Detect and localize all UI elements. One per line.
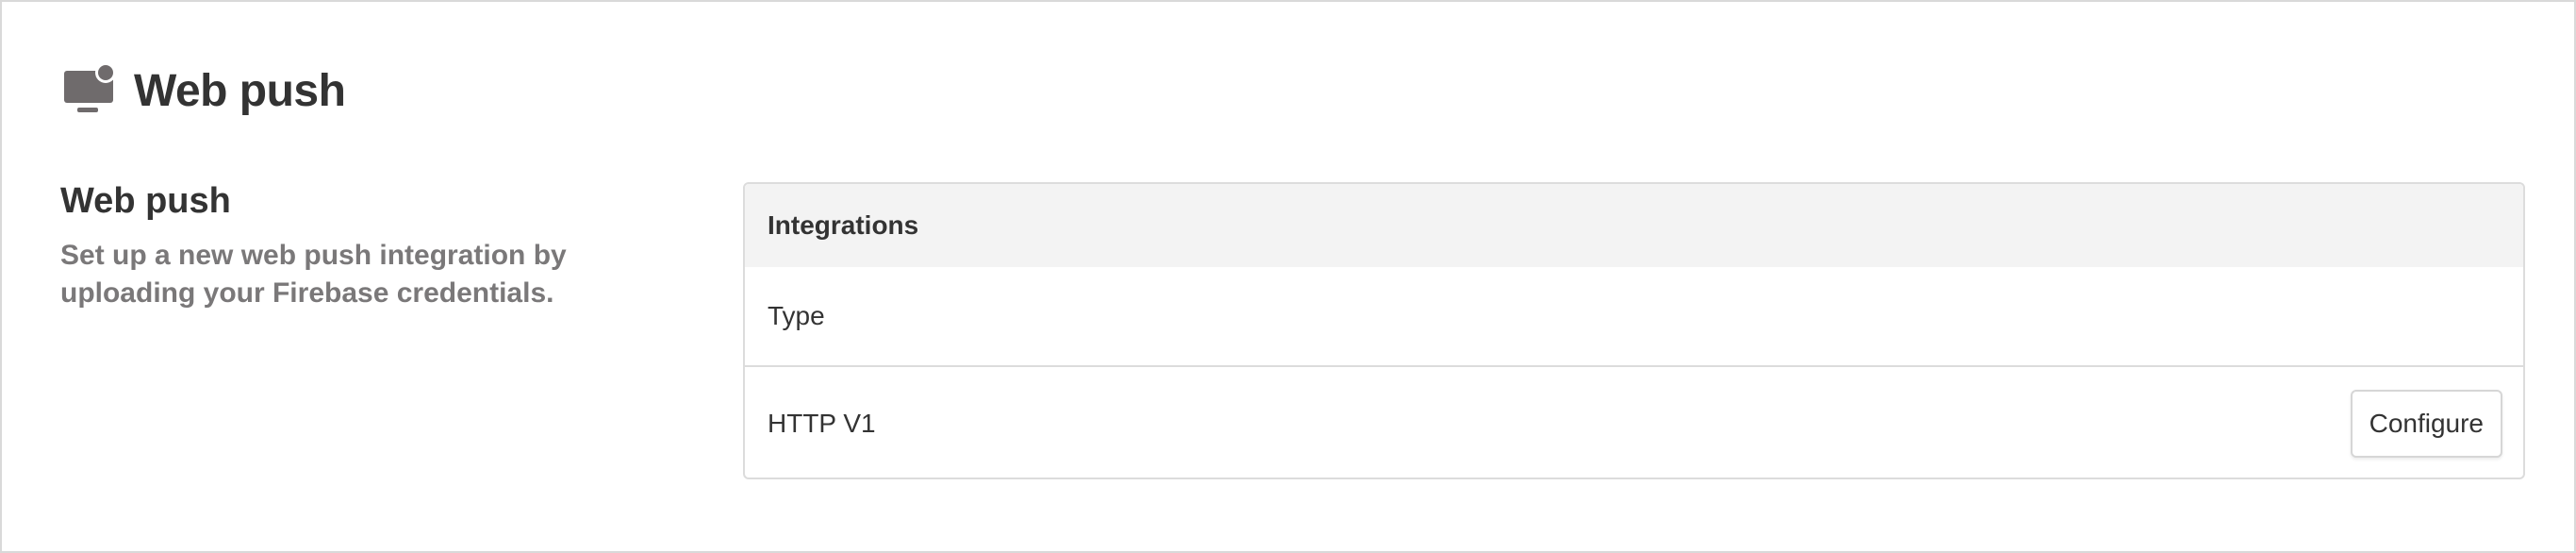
configure-button[interactable]: Configure (2350, 389, 2502, 458)
type-column-label: Type (768, 301, 825, 330)
page-title: Web push (134, 65, 346, 116)
section-description: Set up a new web push integration by upl… (60, 237, 664, 312)
page-header: Web push (62, 62, 346, 119)
integrations-card: Integrations Type HTTP V1 Configure (743, 182, 2525, 479)
integration-type: HTTP V1 (768, 408, 876, 438)
section-info: Web push Set up a new web push integrati… (60, 181, 664, 312)
section-description-line-2: uploading your Firebase credentials. (60, 277, 554, 309)
section-title: Web push (60, 181, 231, 221)
section-description-line-1: Set up a new web push integration by (60, 240, 567, 271)
integration-row: HTTP V1 Configure (745, 367, 2523, 478)
monitor-notification-icon (62, 62, 117, 118)
type-column-header: Type (745, 267, 2523, 367)
integrations-card-header: Integrations (745, 184, 2523, 267)
